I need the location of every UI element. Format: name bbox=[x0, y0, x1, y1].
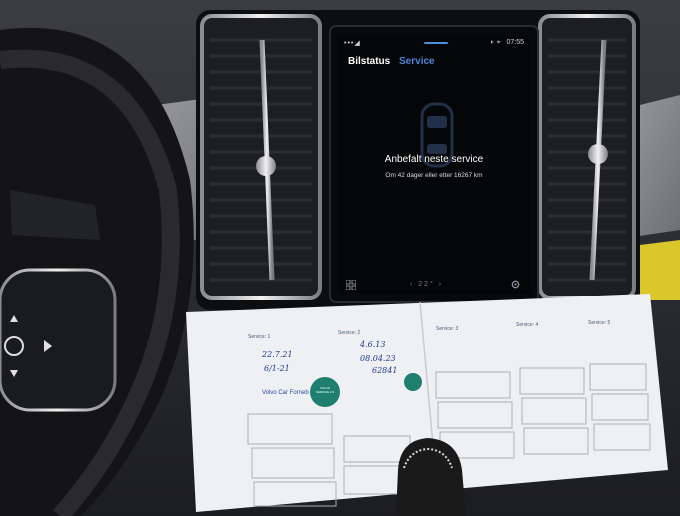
temperature-control[interactable]: ‹ 22° › bbox=[410, 281, 443, 288]
status-bar: •••◢ ◐ ⌖ 07:55 bbox=[338, 36, 530, 50]
right-air-vent bbox=[538, 14, 636, 300]
top-drag-handle[interactable] bbox=[424, 42, 448, 44]
handwriting-2: 6/1-21 bbox=[264, 364, 290, 373]
clock: 07:55 bbox=[506, 39, 524, 46]
car-interior-photo: Service: 1 Service: 2 Service: 3 Service… bbox=[0, 0, 680, 516]
tab-service[interactable]: Service bbox=[399, 56, 435, 67]
left-air-vent bbox=[200, 14, 322, 300]
handwriting-4: 08.04.23 bbox=[360, 354, 396, 363]
handwriting-5: 62841 bbox=[372, 366, 398, 375]
settings-icon[interactable] bbox=[510, 279, 521, 290]
service-headline: Anbefalt neste service bbox=[384, 154, 484, 165]
service-subline: Om 42 dager eller etter 16267 km bbox=[385, 172, 483, 179]
service-label-5: Service: 5 bbox=[588, 320, 611, 326]
tab-bilstatus[interactable]: Bilstatus bbox=[348, 56, 390, 67]
service-label-1: Service: 1 bbox=[248, 334, 271, 340]
service-label-3: Service: 3 bbox=[436, 326, 459, 332]
service-badge-small bbox=[404, 373, 422, 391]
handwriting-3: 4.6.13 bbox=[360, 340, 386, 349]
status-icons: ◐ ⌖ bbox=[490, 39, 501, 46]
service-label-4: Service: 4 bbox=[516, 322, 539, 328]
service-badge-text: VOLVO SERVICE 2.0 bbox=[315, 386, 335, 394]
service-label-2: Service: 2 bbox=[338, 330, 361, 336]
infotainment-screen: •••◢ ◐ ⌖ 07:55 Bilstatus Service Anbefal… bbox=[338, 36, 530, 294]
dealer-stamp: Volvo Car Forneb bbox=[262, 390, 309, 396]
right-vent-knob bbox=[588, 144, 608, 164]
bottom-bar: ‹ 22° › bbox=[338, 276, 530, 294]
grid-icon[interactable] bbox=[346, 280, 356, 290]
left-vent-knob bbox=[256, 156, 276, 176]
screen-tabs: Bilstatus Service bbox=[348, 56, 441, 67]
status-right: ◐ ⌖ 07:55 bbox=[486, 39, 524, 47]
handwriting-1: 22.7.21 bbox=[262, 350, 293, 359]
signal-indicator: •••◢ bbox=[344, 40, 361, 47]
